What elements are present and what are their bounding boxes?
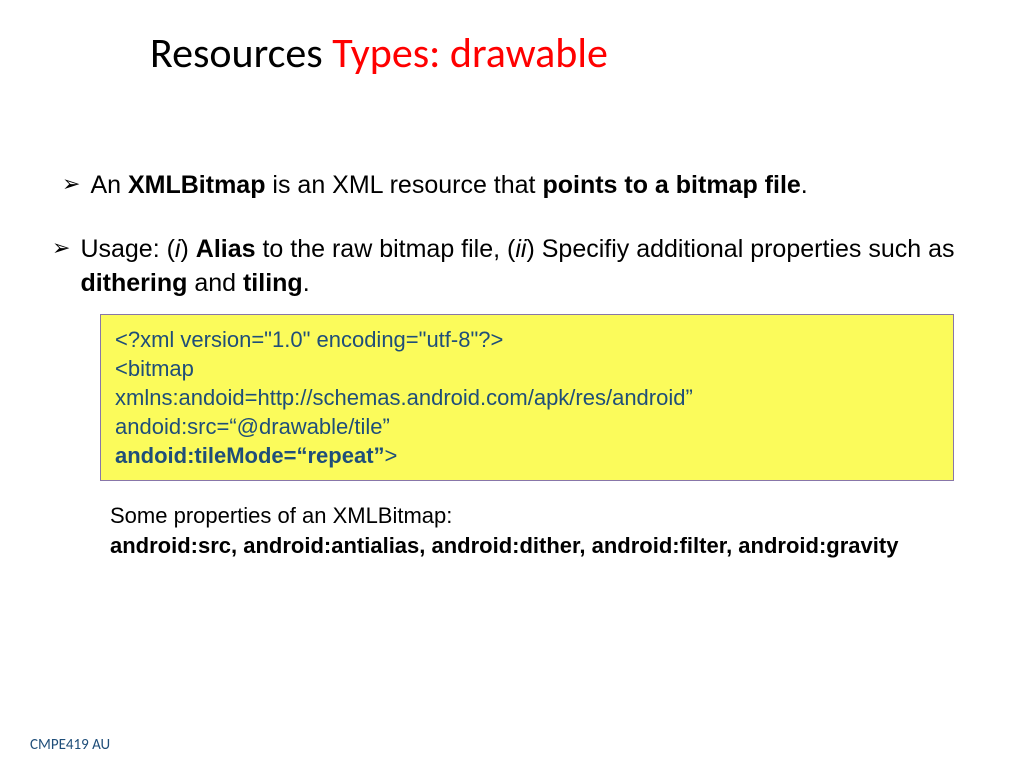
slide-footer: CMPE419 AU [30,736,110,754]
bullet-1-text: An XMLBitmap is an XML resource that poi… [90,169,807,203]
txt-bold: dithering [80,269,187,297]
code-line: <?xml version="1.0" encoding="utf-8"?> [115,325,939,354]
txt-bold: Alias [196,235,256,263]
slide-title: Resources Types: drawable [150,28,964,79]
txt: . [801,171,808,199]
code-block: <?xml version="1.0" encoding="utf-8"?> <… [100,314,954,481]
bullet-2-text: Usage: (i) Alias to the raw bitmap file,… [80,233,964,301]
code-line: andoid:tileMode=“repeat”> [115,441,939,470]
bullet-arrow-icon: ➢ [52,233,70,263]
code-line: <bitmap [115,354,939,383]
bullet-arrow-icon: ➢ [62,169,80,199]
txt: ) Specifiy additional properties such as [526,235,954,263]
txt-bold: XMLBitmap [128,171,266,199]
code-line: andoid:src=“@drawable/tile” [115,412,939,441]
bullet-2: ➢ Usage: (i) Alias to the raw bitmap fil… [52,233,964,301]
txt: ) [180,235,195,263]
txt: Usage: ( [80,235,174,263]
txt-italic: ii [515,235,526,263]
txt: to the raw bitmap file, ( [256,235,516,263]
txt: An [90,171,128,199]
title-suffix: Types: drawable [332,28,608,79]
title-prefix: Resources [150,28,332,79]
txt: > [385,443,398,468]
code-line: xmlns:andoid=http://schemas.android.com/… [115,383,939,412]
txt: is an XML resource that [265,171,542,199]
bullet-1: ➢ An XMLBitmap is an XML resource that p… [60,169,964,203]
txt: . [303,269,310,297]
slide: Resources Types: drawable ➢ An XMLBitmap… [0,0,1024,768]
properties-text: Some properties of an XMLBitmap: android… [110,501,934,560]
code-bold: andoid:tileMode=“repeat” [115,443,385,468]
props-list: android:src, android:antialias, android:… [110,533,898,558]
txt-bold: tiling [243,269,303,297]
props-intro: Some properties of an XMLBitmap: [110,501,934,531]
txt-bold: points to a bitmap file [542,171,800,199]
txt: and [187,269,243,297]
